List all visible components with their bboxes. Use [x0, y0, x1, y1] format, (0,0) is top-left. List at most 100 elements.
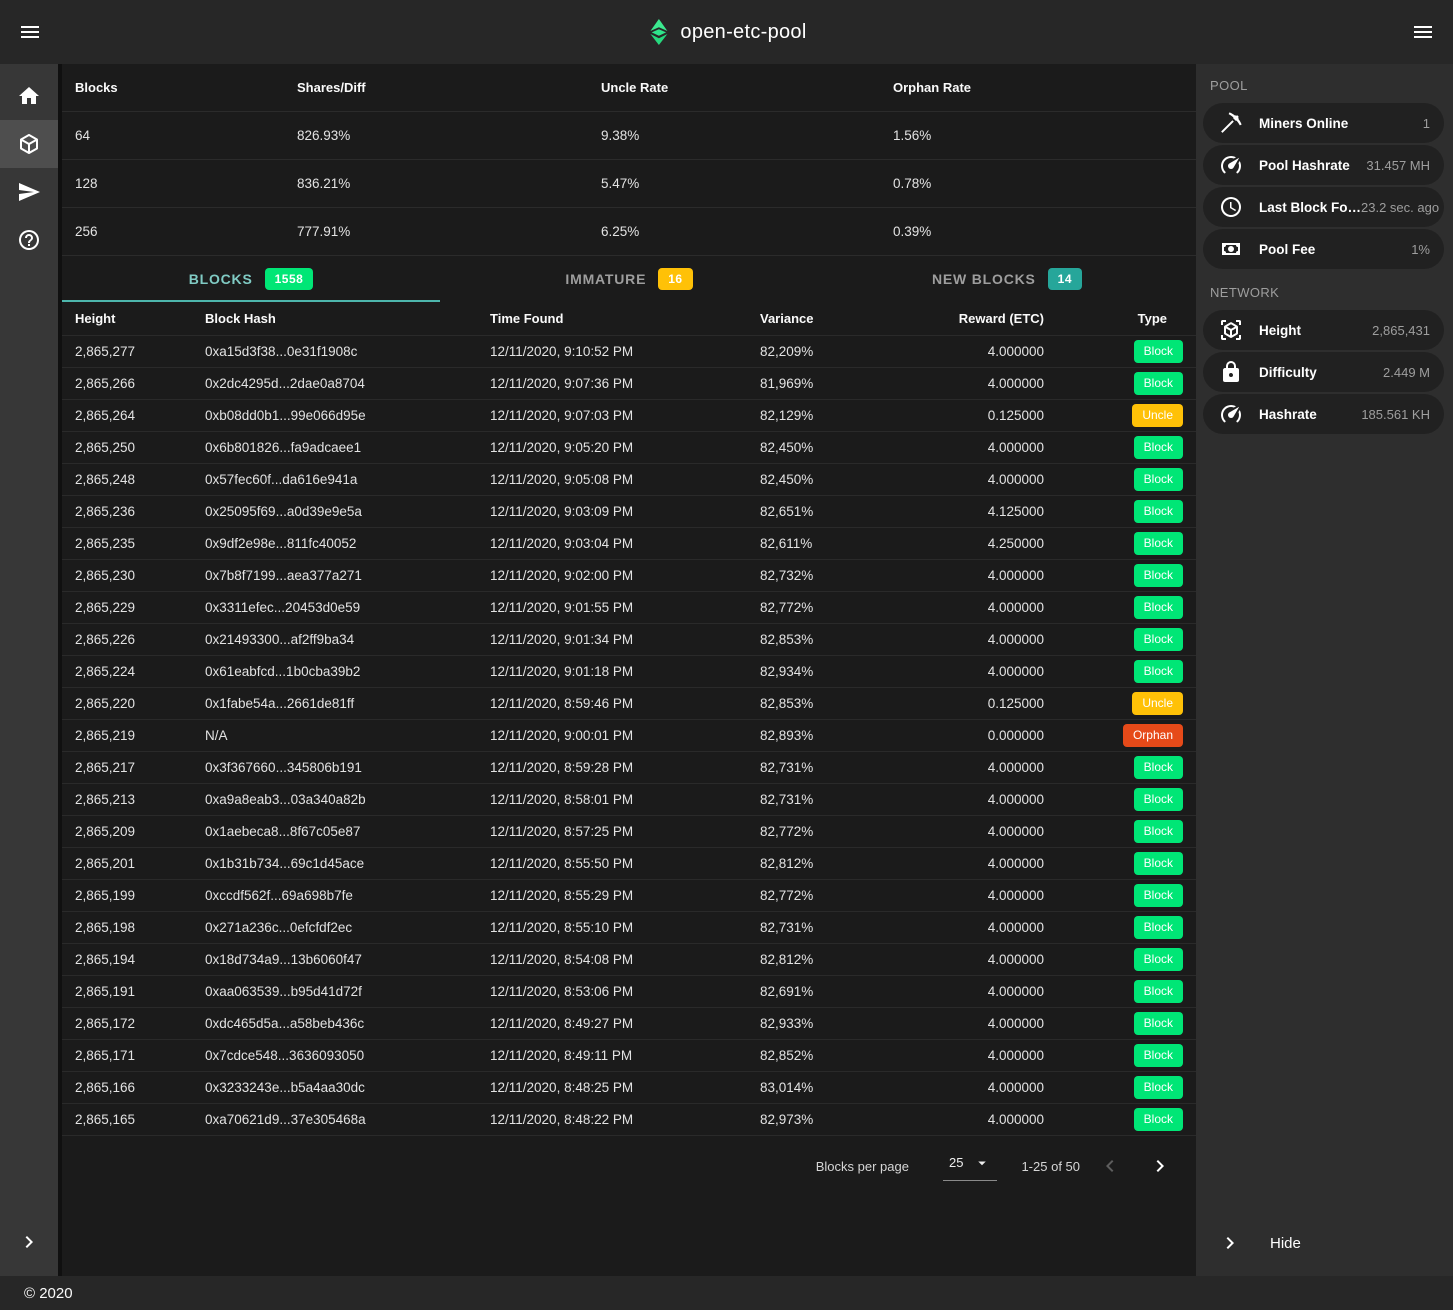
- nav-item-help[interactable]: [0, 216, 58, 264]
- cell-type: Block: [1044, 980, 1183, 1002]
- cell-type: Uncle: [1044, 692, 1183, 714]
- cell-type: Block: [1044, 884, 1183, 906]
- left-nav-rail: [0, 64, 58, 1276]
- top-app-bar: open-etc-pool: [0, 0, 1453, 64]
- stats-cell: 256: [75, 224, 297, 239]
- pagination: Blocks per page 25 1-25 of 50: [62, 1136, 1196, 1196]
- cell-variance: 82,893%: [760, 728, 920, 743]
- cell-time: 12/11/2020, 9:01:55 PM: [490, 600, 760, 615]
- cell-reward: 0.125000: [920, 408, 1044, 423]
- cell-variance: 82,450%: [760, 472, 920, 487]
- cell-variance: 82,611%: [760, 536, 920, 551]
- tab-immature[interactable]: IMMATURE16: [440, 256, 818, 302]
- cell-height: 2,865,248: [75, 472, 205, 487]
- cell-hash: 0x1fabe54a...2661de81ff: [205, 696, 490, 711]
- stats-cell: 0.78%: [893, 176, 1183, 191]
- tabs: BLOCKS1558IMMATURE16NEW BLOCKS14: [62, 256, 1196, 302]
- stats-row: 256777.91%6.25%0.39%: [62, 208, 1196, 256]
- status-badge: Block: [1134, 340, 1183, 362]
- cell-type: Block: [1044, 564, 1183, 586]
- cell-hash: 0x9df2e98e...811fc40052: [205, 536, 490, 551]
- nav-item-blocks[interactable]: [0, 120, 58, 168]
- cell-hash: 0xa15d3f38...0e31f1908c: [205, 344, 490, 359]
- table-row: 2,865,2240x61eabfcd...1b0cba39b212/11/20…: [62, 656, 1196, 688]
- cell-variance: 82,973%: [760, 1112, 920, 1127]
- hide-sidebar-button[interactable]: Hide: [1196, 1210, 1453, 1276]
- status-badge: Block: [1134, 788, 1183, 810]
- tab-label: IMMATURE: [565, 271, 646, 287]
- cell-reward: 4.000000: [920, 632, 1044, 647]
- cell-height: 2,865,198: [75, 920, 205, 935]
- menu-icon[interactable]: [6, 8, 54, 56]
- cell-reward: 4.125000: [920, 504, 1044, 519]
- stat-value: 1%: [1411, 242, 1430, 257]
- cell-variance: 82,731%: [760, 920, 920, 935]
- stats-cell: 128: [75, 176, 297, 191]
- home-icon: [17, 84, 41, 108]
- chevron-right-icon: [17, 1230, 41, 1254]
- stats-cell: 5.47%: [601, 176, 893, 191]
- cell-height: 2,865,236: [75, 504, 205, 519]
- stat-value: 23.2 sec. ago: [1361, 200, 1439, 215]
- cell-variance: 82,812%: [760, 952, 920, 967]
- cell-height: 2,865,209: [75, 824, 205, 839]
- col-variance: Variance: [760, 311, 920, 326]
- cell-height: 2,865,226: [75, 632, 205, 647]
- table-row: 2,865,219N/A12/11/2020, 9:00:01 PM82,893…: [62, 720, 1196, 752]
- cell-hash: 0x7cdce548...3636093050: [205, 1048, 490, 1063]
- status-badge: Block: [1134, 1012, 1183, 1034]
- section-title-network: NETWORK: [1196, 271, 1453, 308]
- stat-chip-pool-fee: Pool Fee1%: [1203, 229, 1444, 269]
- cell-height: 2,865,165: [75, 1112, 205, 1127]
- tab-new-blocks[interactable]: NEW BLOCKS14: [818, 256, 1196, 302]
- cell-variance: 82,934%: [760, 664, 920, 679]
- right-sidebar-sections: POOLMiners Online1Pool Hashrate31.457 MH…: [1196, 64, 1453, 436]
- page-range: 1-25 of 50: [1021, 1159, 1080, 1174]
- nav-item-home[interactable]: [0, 72, 58, 120]
- table-row: 2,865,1940x18d734a9...13b6060f4712/11/20…: [62, 944, 1196, 976]
- cell-type: Block: [1044, 820, 1183, 842]
- prev-page-button[interactable]: [1090, 1146, 1130, 1186]
- cell-hash: 0x18d734a9...13b6060f47: [205, 952, 490, 967]
- cell-height: 2,865,213: [75, 792, 205, 807]
- tab-blocks[interactable]: BLOCKS1558: [62, 256, 440, 302]
- cell-reward: 4.250000: [920, 536, 1044, 551]
- cell-reward: 4.000000: [920, 440, 1044, 455]
- table-row: 2,865,1990xccdf562f...69a698b7fe12/11/20…: [62, 880, 1196, 912]
- cell-time: 12/11/2020, 8:57:25 PM: [490, 824, 760, 839]
- stats-table-body: 64826.93%9.38%1.56%128836.21%5.47%0.78%2…: [62, 112, 1196, 256]
- cell-type: Block: [1044, 788, 1183, 810]
- stats-row: 64826.93%9.38%1.56%: [62, 112, 1196, 160]
- cell-variance: 82,853%: [760, 632, 920, 647]
- stat-chip-height: Height2,865,431: [1203, 310, 1444, 350]
- cell-time: 12/11/2020, 8:53:06 PM: [490, 984, 760, 999]
- cell-reward: 0.000000: [920, 728, 1044, 743]
- cell-height: 2,865,217: [75, 760, 205, 775]
- status-badge: Block: [1134, 820, 1183, 842]
- next-page-button[interactable]: [1140, 1146, 1180, 1186]
- table-row: 2,865,2290x3311efec...20453d0e5912/11/20…: [62, 592, 1196, 624]
- cell-hash: 0x1aebeca8...8f67c05e87: [205, 824, 490, 839]
- cell-height: 2,865,191: [75, 984, 205, 999]
- cell-variance: 82,812%: [760, 856, 920, 871]
- cell-variance: 82,933%: [760, 1016, 920, 1031]
- table-row: 2,865,1980x271a236c...0efcfdf2ec12/11/20…: [62, 912, 1196, 944]
- cell-time: 12/11/2020, 9:00:01 PM: [490, 728, 760, 743]
- cell-variance: 81,969%: [760, 376, 920, 391]
- cell-variance: 82,450%: [760, 440, 920, 455]
- hide-label: Hide: [1270, 1235, 1301, 1252]
- cell-reward: 4.000000: [920, 856, 1044, 871]
- col-type: Type: [1044, 311, 1183, 326]
- stat-chip-last-block-fo-: Last Block Fo…23.2 sec. ago: [1203, 187, 1444, 227]
- cell-reward: 4.000000: [920, 472, 1044, 487]
- cell-variance: 82,129%: [760, 408, 920, 423]
- status-badge: Block: [1134, 628, 1183, 650]
- table-row: 2,865,2360x25095f69...a0d39e9e5a12/11/20…: [62, 496, 1196, 528]
- per-page-select[interactable]: 25: [943, 1152, 997, 1181]
- nav-item-payments[interactable]: [0, 168, 58, 216]
- menu-right-icon[interactable]: [1399, 8, 1447, 56]
- rail-expand-button[interactable]: [0, 1208, 58, 1276]
- cell-reward: 4.000000: [920, 952, 1044, 967]
- cell-hash: 0x271a236c...0efcfdf2ec: [205, 920, 490, 935]
- send-icon: [17, 180, 41, 204]
